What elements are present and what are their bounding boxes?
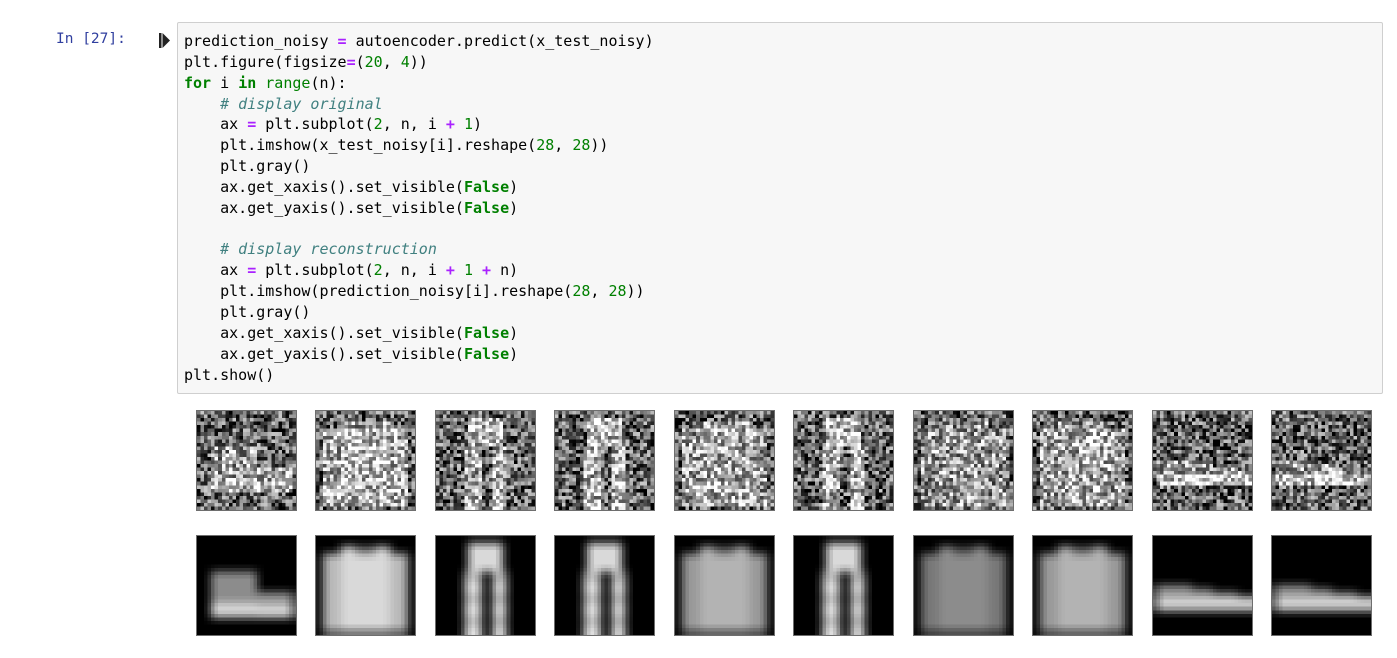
code-editor[interactable]: prediction_noisy = autoencoder.predict(x… — [184, 31, 654, 385]
noisy-image-shirt — [1032, 410, 1133, 511]
code-line: plt.imshow(x_test_noisy[i].reshape(28, 2… — [184, 136, 609, 155]
reconstructed-image-shirt — [674, 535, 775, 636]
output-area — [177, 400, 1383, 650]
run-cell-icon[interactable] — [159, 33, 171, 48]
code-line: prediction_noisy = autoencoder.predict(x… — [184, 32, 654, 50]
code-line: ax.get_yaxis().set_visible(False) — [184, 198, 519, 217]
noisy-image-sneaker — [1152, 410, 1253, 511]
reconstructed-image-trouser — [554, 535, 655, 636]
code-line: plt.figure(figsize=(20, 4)) — [184, 52, 428, 71]
noisy-image-trouser — [435, 410, 536, 511]
code-line: plt.gray() — [184, 302, 311, 321]
noisy-image-trouser — [554, 410, 655, 511]
code-line: for i in range(n): — [184, 73, 347, 92]
reconstructed-image-pullover — [315, 535, 416, 636]
code-line: ax.get_xaxis().set_visible(False) — [184, 177, 519, 196]
noisy-image-trouser — [793, 410, 894, 511]
code-input-area[interactable]: prediction_noisy = autoencoder.predict(x… — [177, 22, 1383, 394]
reconstructed-image-ankle-boot — [196, 535, 297, 636]
code-line: ax.get_yaxis().set_visible(False) — [184, 344, 519, 363]
code-line: # display original — [220, 94, 383, 113]
reconstructed-image-trouser — [793, 535, 894, 636]
code-line: plt.gray() — [184, 157, 311, 176]
noisy-image-coat — [913, 410, 1014, 511]
code-line: plt.imshow(prediction_noisy[i].reshape(2… — [184, 282, 645, 301]
noisy-image-pullover — [315, 410, 416, 511]
noisy-image-shirt — [674, 410, 775, 511]
noisy-image-ankle-boot — [196, 410, 297, 511]
code-line: ax = plt.subplot(2, n, i + 1 + n) — [184, 261, 519, 280]
code-line: ax = plt.subplot(2, n, i + 1) — [184, 115, 483, 134]
reconstructed-image-coat — [913, 535, 1014, 636]
code-line: # display reconstruction — [220, 240, 437, 259]
reconstructed-image-sneaker — [1152, 535, 1253, 636]
reconstructed-image-sneaker — [1271, 535, 1372, 636]
reconstructed-image-trouser — [435, 535, 536, 636]
code-line: ax.get_xaxis().set_visible(False) — [184, 323, 519, 342]
noisy-image-sneaker — [1271, 410, 1372, 511]
noisy-images-row — [177, 410, 1383, 511]
code-line: plt.show() — [184, 365, 275, 384]
input-prompt: In [27]: — [56, 31, 126, 47]
reconstructed-image-shirt — [1032, 535, 1133, 636]
reconstructed-images-row — [177, 535, 1383, 636]
